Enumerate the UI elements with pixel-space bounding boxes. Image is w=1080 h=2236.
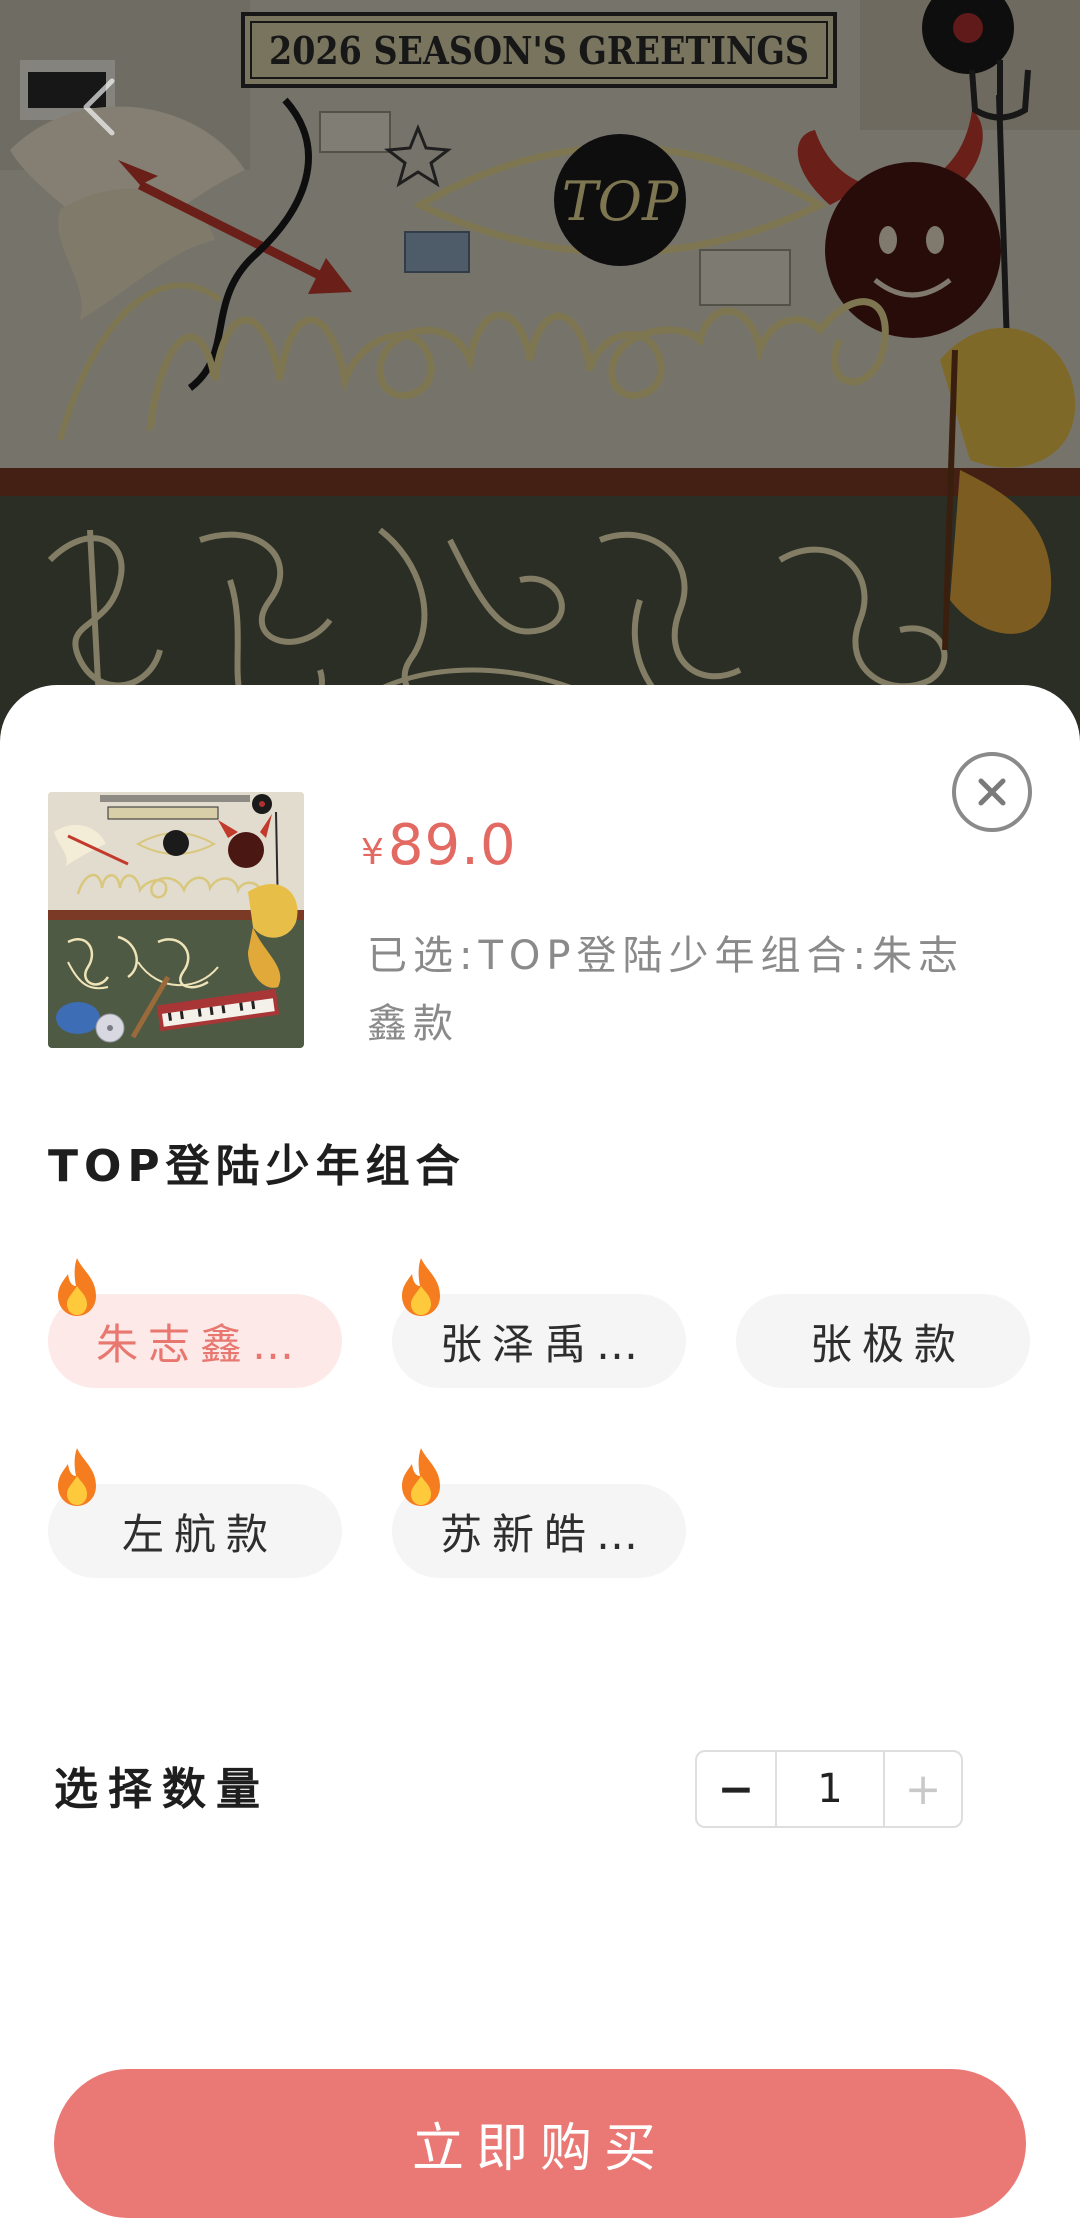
option-chip-zhu-zhixin[interactable]: 朱志鑫… <box>48 1258 342 1388</box>
option-chip-label: 左航款 <box>121 1509 278 1559</box>
chevron-left-icon <box>83 78 115 136</box>
quantity-label: 选择数量 <box>54 1764 270 1815</box>
option-chip-label: 张极款 <box>809 1319 966 1369</box>
option-chip-label: 朱志鑫… <box>95 1319 304 1369</box>
quantity-stepper: − 1 + <box>695 1750 963 1828</box>
price-amount: 89.0 <box>387 813 517 878</box>
fire-icon <box>402 1448 440 1506</box>
dim-overlay[interactable] <box>0 0 1080 760</box>
option-chip-zhang-zeyu[interactable]: 张泽禹… <box>392 1258 686 1388</box>
back-button[interactable] <box>60 67 140 147</box>
fire-icon <box>58 1258 96 1316</box>
quantity-input[interactable]: 1 <box>775 1752 885 1826</box>
buy-now-button[interactable]: 立即购买 <box>54 2069 1026 2218</box>
option-chip-label: 苏新皓… <box>439 1509 648 1559</box>
price: ¥ 89.0 <box>361 806 517 886</box>
close-button[interactable] <box>952 752 1032 832</box>
selected-summary: 已选:TOP登陆少年组合:朱志鑫款 <box>367 933 964 1047</box>
fire-icon <box>58 1448 96 1506</box>
close-icon <box>978 778 1006 806</box>
plus-icon: + <box>904 1763 942 1815</box>
option-chip-zuo-hang[interactable]: 左航款 <box>48 1448 342 1578</box>
option-chip-label: 张泽禹… <box>439 1319 648 1369</box>
option-chip-zhang-ji[interactable]: 张极款 <box>736 1294 1030 1388</box>
increment-button[interactable]: + <box>885 1752 961 1826</box>
option-chip-su-xinhao[interactable]: 苏新皓… <box>392 1448 686 1578</box>
decrement-button[interactable]: − <box>697 1752 775 1826</box>
minus-icon: − <box>717 1763 755 1815</box>
product-thumbnail[interactable] <box>48 792 304 1048</box>
option-group-title: TOP登陆少年组合 <box>48 1141 466 1192</box>
fire-icon <box>402 1258 440 1316</box>
price-currency: ¥ <box>361 832 384 873</box>
sku-bottom-sheet: ¥ 89.0 已选:TOP登陆少年组合:朱志鑫款 TOP登陆少年组合 朱志鑫… … <box>0 685 1080 2236</box>
